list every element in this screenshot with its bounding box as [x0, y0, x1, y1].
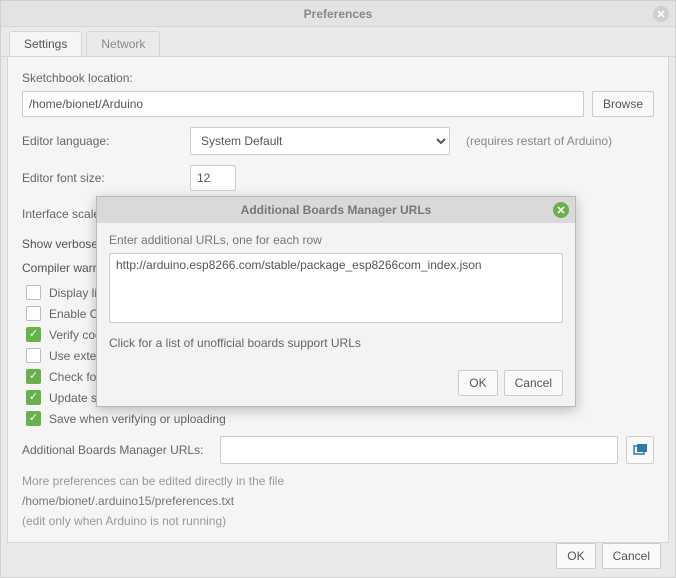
preferences-window: Preferences ✕ Settings Network Sketchboo… — [0, 0, 676, 578]
additional-boards-expand-button[interactable] — [626, 436, 654, 464]
editor-language-note: (requires restart of Arduino) — [466, 134, 612, 148]
editor-language-select[interactable]: System Default — [190, 127, 450, 155]
editor-language-label: Editor language: — [22, 134, 182, 148]
sketchbook-input[interactable] — [22, 91, 584, 117]
sketchbook-label: Sketchbook location: — [22, 71, 133, 85]
cancel-button[interactable]: Cancel — [602, 543, 661, 569]
editor-font-size-input[interactable] — [190, 165, 236, 191]
additional-boards-urls-input[interactable] — [220, 436, 618, 464]
preferences-file-path[interactable]: /home/bionet/.arduino15/preferences.txt — [22, 494, 654, 508]
window-icon — [632, 442, 648, 458]
compiler-warnings-label: Compiler warn — [22, 261, 99, 275]
dialog-footer: OK Cancel — [556, 543, 661, 569]
modal-cancel-button[interactable]: Cancel — [504, 370, 563, 396]
modal-titlebar: Additional Boards Manager URLs ✕ — [97, 197, 575, 223]
use-external-editor-label: Use exter — [49, 349, 100, 363]
additional-boards-label: Additional Boards Manager URLs: — [22, 443, 212, 457]
titlebar: Preferences ✕ — [1, 1, 675, 27]
browse-button[interactable]: Browse — [592, 91, 654, 117]
more-preferences-line1: More preferences can be edited directly … — [22, 474, 654, 488]
window-title: Preferences — [304, 7, 373, 21]
more-preferences-line3: (edit only when Arduino is not running) — [22, 514, 654, 528]
use-external-editor-checkbox[interactable] — [26, 348, 41, 363]
check-updates-checkbox[interactable] — [26, 369, 41, 384]
modal-ok-button[interactable]: OK — [458, 370, 497, 396]
tab-settings[interactable]: Settings — [9, 31, 82, 56]
window-close-icon[interactable]: ✕ — [653, 6, 669, 22]
unofficial-boards-link[interactable]: Click for a list of unofficial boards su… — [109, 336, 361, 350]
display-line-numbers-checkbox[interactable] — [26, 285, 41, 300]
tab-network[interactable]: Network — [86, 31, 160, 56]
ok-button[interactable]: OK — [556, 543, 595, 569]
save-when-verifying-label: Save when verifying or uploading — [49, 412, 226, 426]
check-updates-label: Check for — [49, 370, 100, 384]
save-when-verifying-checkbox[interactable] — [26, 411, 41, 426]
modal-title: Additional Boards Manager URLs — [241, 203, 432, 217]
modal-close-icon[interactable]: ✕ — [553, 202, 569, 218]
enable-code-folding-checkbox[interactable] — [26, 306, 41, 321]
verbose-label: Show verbose — [22, 237, 98, 251]
editor-font-size-label: Editor font size: — [22, 171, 182, 185]
additional-boards-manager-urls-dialog: Additional Boards Manager URLs ✕ Enter a… — [96, 196, 576, 407]
additional-urls-textarea[interactable] — [109, 253, 563, 323]
update-sketches-checkbox[interactable] — [26, 390, 41, 405]
tabs: Settings Network — [1, 27, 675, 57]
verify-code-checkbox[interactable] — [26, 327, 41, 342]
modal-hint: Enter additional URLs, one for each row — [109, 233, 563, 247]
